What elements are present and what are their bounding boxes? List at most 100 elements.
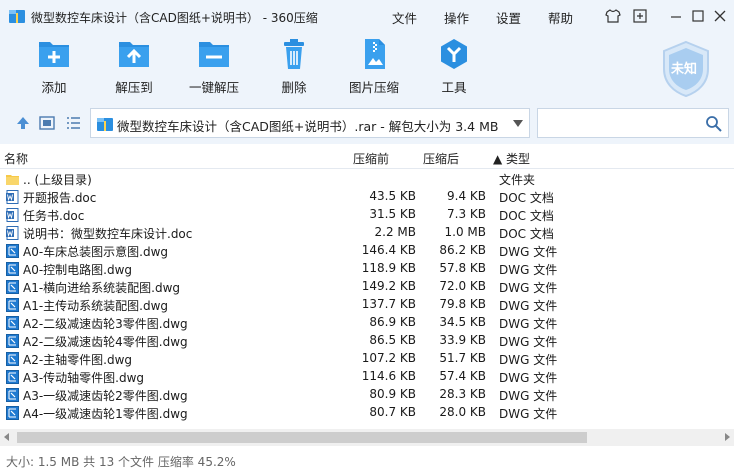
title-bar: 微型数控车床设计（含CAD图纸+说明书） - 360压缩 文件 操作 设置 帮助: [0, 0, 734, 32]
file-row[interactable]: A0-控制电路图.dwg 118.9 KB 57.8 KB DWG 文件: [0, 260, 734, 278]
menu-file[interactable]: 文件: [392, 8, 417, 27]
file-name: 开题报告.doc: [23, 191, 97, 205]
chevron-down-icon[interactable]: [513, 120, 523, 127]
file-size: 86.9 KB: [369, 315, 416, 329]
file-size: 86.5 KB: [369, 333, 416, 347]
dwg-file-icon: [6, 262, 19, 276]
file-row[interactable]: A4-一级减速齿轮1零件图.dwg 80.7 KB 28.0 KB DWG 文件: [0, 404, 734, 422]
file-row[interactable]: A2-二级减速齿轮4零件图.dwg 86.5 KB 33.9 KB DWG 文件: [0, 332, 734, 350]
close-button[interactable]: [710, 6, 730, 26]
file-packed-size: 9.4 KB: [447, 189, 486, 203]
file-packed-size: 28.0 KB: [439, 405, 486, 419]
file-row[interactable]: A2-主轴零件图.dwg 107.2 KB 51.7 KB DWG 文件: [0, 350, 734, 368]
scrollbar-thumb[interactable]: [17, 432, 587, 443]
view-thumbnail-icon[interactable]: [38, 114, 56, 132]
path-dropdown[interactable]: 微型数控车床设计（含CAD图纸+说明书）.rar - 解包大小为 3.4 MB: [90, 108, 530, 138]
file-name: A0-控制电路图.dwg: [23, 263, 133, 277]
trash-icon: [284, 39, 304, 69]
file-size: 114.6 KB: [361, 369, 416, 383]
column-size-header[interactable]: 压缩前: [353, 150, 389, 167]
extract-to-button[interactable]: 解压到: [96, 38, 172, 96]
dwg-file-icon: [6, 244, 19, 258]
scroll-left-arrow-icon[interactable]: [4, 433, 9, 441]
file-row[interactable]: 任务书.doc 31.5 KB 7.3 KB DOC 文档: [0, 206, 734, 224]
minimize-button[interactable]: [666, 6, 686, 26]
file-type: DWG 文件: [499, 263, 558, 277]
up-arrow-icon[interactable]: [14, 114, 32, 132]
file-packed-size: 34.5 KB: [439, 315, 486, 329]
search-icon[interactable]: [705, 115, 722, 132]
column-packed-size-header[interactable]: 压缩后: [423, 150, 459, 167]
one-click-extract-button[interactable]: 一键解压: [176, 38, 252, 96]
scroll-right-arrow-icon[interactable]: [725, 433, 730, 441]
file-packed-size: 57.8 KB: [439, 261, 486, 275]
add-button[interactable]: 添加: [16, 38, 92, 96]
app-archive-icon: [9, 10, 25, 23]
dwg-file-icon: [6, 298, 19, 312]
file-size: 80.9 KB: [369, 387, 416, 401]
menu-operate[interactable]: 操作: [444, 8, 469, 27]
dwg-file-icon: [6, 352, 19, 366]
file-size: 80.7 KB: [369, 405, 416, 419]
file-type: DWG 文件: [499, 281, 558, 295]
horizontal-scrollbar[interactable]: [0, 429, 734, 446]
file-name: A2-二级减速齿轮3零件图.dwg: [23, 317, 188, 331]
file-row[interactable]: A1-横向进给系统装配图.dwg 149.2 KB 72.0 KB DWG 文件: [0, 278, 734, 296]
file-size: 107.2 KB: [361, 351, 416, 365]
maximize-button[interactable]: [688, 6, 708, 26]
file-name: A2-二级减速齿轮4零件图.dwg: [23, 335, 188, 349]
file-row[interactable]: .. (上级目录) 文件夹: [0, 170, 734, 188]
word-doc-icon: [6, 208, 19, 222]
file-name: A0-车床总装图示意图.dwg: [23, 245, 169, 259]
menu-settings[interactable]: 设置: [496, 8, 521, 27]
file-packed-size: 86.2 KB: [439, 243, 486, 257]
file-size: 31.5 KB: [369, 207, 416, 221]
file-type: DWG 文件: [499, 245, 558, 259]
skin-shirt-icon[interactable]: [603, 6, 623, 26]
file-row[interactable]: 开题报告.doc 43.5 KB 9.4 KB DOC 文档: [0, 188, 734, 206]
file-packed-size: 79.8 KB: [439, 297, 486, 311]
column-name-header[interactable]: 名称: [4, 150, 28, 167]
file-size: 118.9 KB: [361, 261, 416, 275]
security-shield-badge[interactable]: 未知: [660, 40, 712, 98]
file-name: A1-主传动系统装配图.dwg: [23, 299, 169, 313]
file-row[interactable]: 说明书：微型数控车床设计.doc 2.2 MB 1.0 MB DOC 文档: [0, 224, 734, 242]
scan-status-text: 未知: [671, 62, 698, 77]
file-type: DWG 文件: [499, 371, 558, 385]
file-name: 任务书.doc: [23, 209, 85, 223]
file-type: DWG 文件: [499, 407, 558, 421]
file-row[interactable]: A3-传动轴零件图.dwg 114.6 KB 57.4 KB DWG 文件: [0, 368, 734, 386]
file-type: DWG 文件: [499, 317, 558, 331]
delete-label: 删除: [281, 80, 307, 95]
search-input[interactable]: [537, 108, 729, 138]
view-list-icon[interactable]: [64, 114, 82, 132]
tools-hexagon-icon: [441, 39, 467, 69]
folder-icon: [6, 175, 19, 185]
delete-button[interactable]: 删除: [256, 38, 332, 96]
dwg-file-icon: [6, 280, 19, 294]
file-name: .. (上级目录): [23, 173, 92, 187]
tools-button[interactable]: 工具: [416, 38, 492, 96]
file-row[interactable]: A1-主传动系统装配图.dwg 137.7 KB 79.8 KB DWG 文件: [0, 296, 734, 314]
column-type-header[interactable]: ▲ 类型: [493, 150, 530, 167]
status-text: 大小: 1.5 MB 共 13 个文件 压缩率 45.2%: [6, 455, 236, 469]
file-packed-size: 7.3 KB: [447, 207, 486, 221]
file-packed-size: 57.4 KB: [439, 369, 486, 383]
file-packed-size: 28.3 KB: [439, 387, 486, 401]
file-packed-size: 33.9 KB: [439, 333, 486, 347]
menu-help[interactable]: 帮助: [548, 8, 573, 27]
file-type: DWG 文件: [499, 353, 558, 367]
file-row[interactable]: A0-车床总装图示意图.dwg 146.4 KB 86.2 KB DWG 文件: [0, 242, 734, 260]
one-click-extract-icon: [199, 42, 229, 67]
file-type: 文件夹: [499, 173, 536, 187]
file-type: DWG 文件: [499, 335, 558, 349]
file-size: 149.2 KB: [361, 279, 416, 293]
toolbar: 添加 解压到 一键解压 删除 图片压缩 工具: [0, 32, 734, 102]
file-type: DOC 文档: [499, 191, 554, 205]
file-row[interactable]: A3-一级减速齿轮2零件图.dwg 80.9 KB 28.3 KB DWG 文件: [0, 386, 734, 404]
feedback-icon[interactable]: [630, 6, 650, 26]
file-row[interactable]: A2-二级减速齿轮3零件图.dwg 86.9 KB 34.5 KB DWG 文件: [0, 314, 734, 332]
extract-to-label: 解压到: [115, 80, 153, 95]
image-compress-button[interactable]: 图片压缩: [336, 38, 412, 96]
file-list-header: 名称 压缩前 压缩后 ▲ 类型: [0, 144, 734, 169]
